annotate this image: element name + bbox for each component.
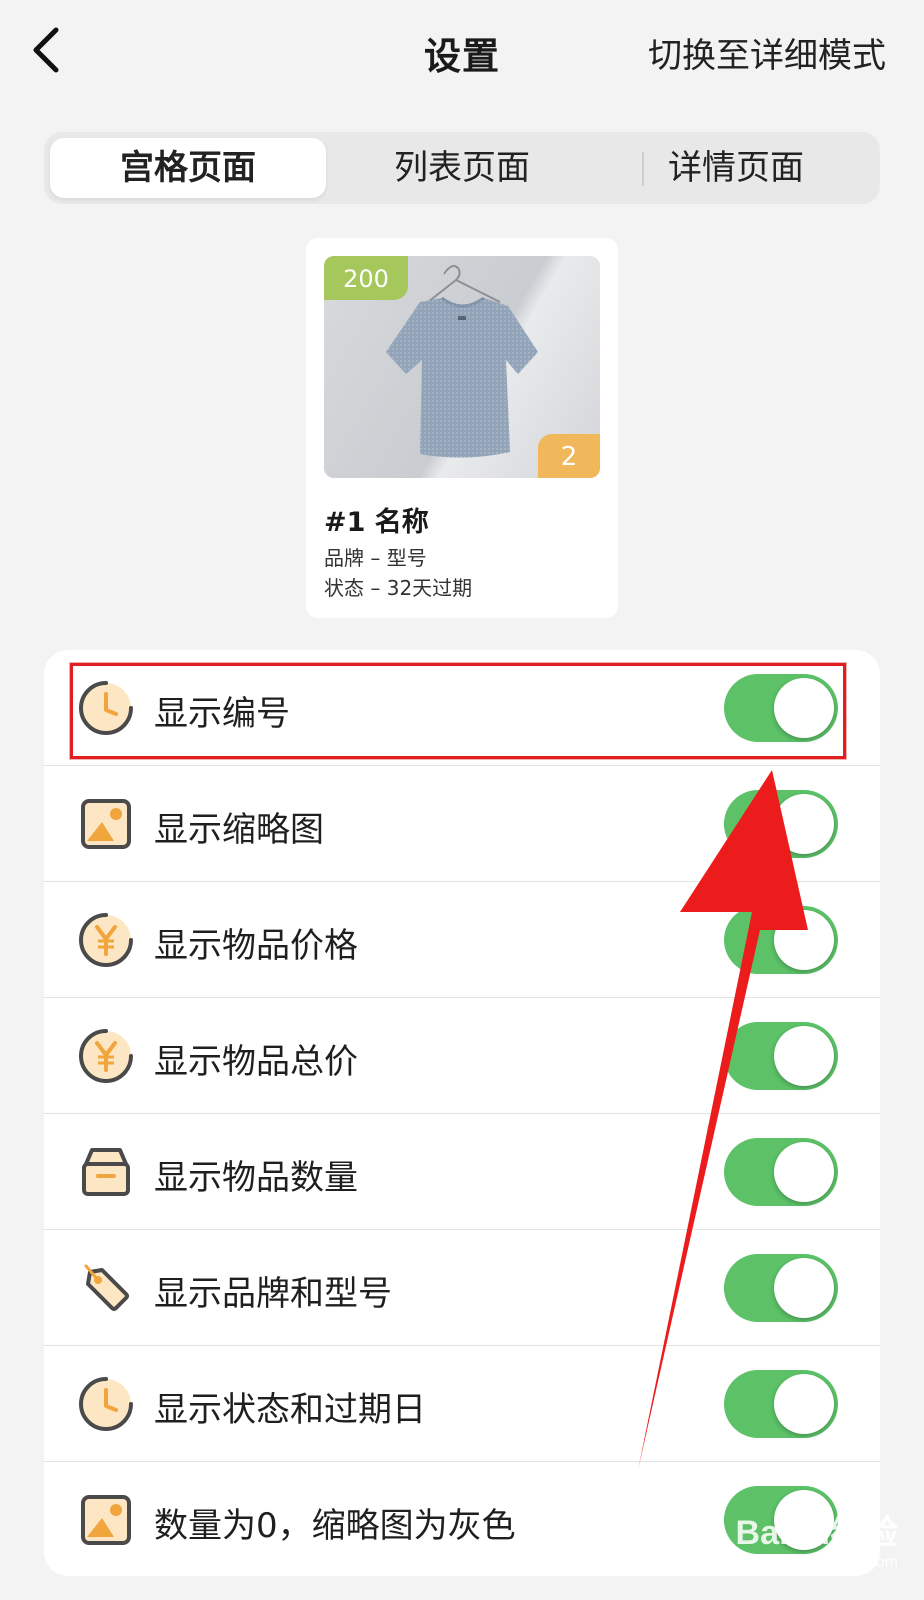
setting-row-show-total-price[interactable]: 显示物品总价 <box>44 998 880 1114</box>
yen-icon <box>79 913 133 967</box>
annotation-highlight-box <box>70 663 846 759</box>
setting-label: 数量为0，缩略图为灰色 <box>154 1506 516 1546</box>
watermark-sub: jingyan.baidu.com <box>769 1554 898 1571</box>
show-brand-model-toggle[interactable] <box>724 1254 838 1322</box>
show-status-expiry-toggle[interactable] <box>724 1370 838 1438</box>
show-price-toggle[interactable] <box>724 906 838 974</box>
toggle-knob <box>774 794 834 854</box>
watermark-main: Baidu经验 <box>735 1514 898 1552</box>
toggle-knob <box>774 1374 834 1434</box>
setting-label: 显示状态和过期日 <box>154 1390 426 1430</box>
tab-detail-page[interactable]: 详情页面 <box>598 138 874 198</box>
settings-list: 显示编号 显示缩略图 显示物品价格 显示物品总价 显示物品数量 显示品牌和型号 … <box>44 650 880 1576</box>
show-quantity-toggle[interactable] <box>724 1138 838 1206</box>
tab-list-page[interactable]: 列表页面 <box>324 138 600 198</box>
setting-row-show-thumbnail[interactable]: 显示缩略图 <box>44 766 880 882</box>
item-thumbnail: 200 2 <box>324 256 600 478</box>
toggle-knob <box>774 1258 834 1318</box>
box-icon <box>82 1148 130 1196</box>
setting-label: 显示缩略图 <box>154 810 324 850</box>
toggle-knob <box>774 910 834 970</box>
item-status-expiry: 状态 – 32天过期 <box>324 576 473 600</box>
setting-label: 显示物品总价 <box>154 1042 358 1082</box>
image-icon <box>81 1495 131 1545</box>
quantity-badge: 2 <box>538 434 600 478</box>
yen-icon <box>79 1029 133 1083</box>
baidu-jingyan-watermark: Baidu经验 jingyan.baidu.com <box>736 1505 898 1572</box>
nav-bar: 设置 切换至详细模式 <box>0 0 924 100</box>
setting-row-show-brand-model[interactable]: 显示品牌和型号 <box>44 1230 880 1346</box>
setting-label: 显示物品数量 <box>154 1158 358 1198</box>
show-total-price-toggle[interactable] <box>724 1022 838 1090</box>
toggle-knob <box>774 1026 834 1086</box>
clock-icon <box>79 1377 133 1431</box>
grid-preview-card: 200 2 #1 名称 品牌 – 型号 状态 – 32天过期 <box>306 238 618 618</box>
item-brand-model: 品牌 – 型号 <box>324 546 427 570</box>
toggle-knob <box>774 1142 834 1202</box>
setting-row-show-price[interactable]: 显示物品价格 <box>44 882 880 998</box>
item-title: #1 名称 <box>324 507 429 538</box>
show-thumbnail-toggle[interactable] <box>724 790 838 858</box>
page-type-segmented-control: 宫格页面 列表页面 详情页面 <box>44 132 880 204</box>
price-badge: 200 <box>324 256 408 300</box>
setting-label: 显示物品价格 <box>154 926 358 966</box>
switch-detail-mode-button[interactable]: 切换至详细模式 <box>648 28 886 77</box>
tab-grid-page[interactable]: 宫格页面 <box>50 138 326 198</box>
tag-icon <box>84 1264 129 1311</box>
image-icon <box>81 799 131 849</box>
setting-row-show-quantity[interactable]: 显示物品数量 <box>44 1114 880 1230</box>
setting-label: 显示品牌和型号 <box>154 1274 392 1314</box>
setting-row-show-status-expiry[interactable]: 显示状态和过期日 <box>44 1346 880 1462</box>
